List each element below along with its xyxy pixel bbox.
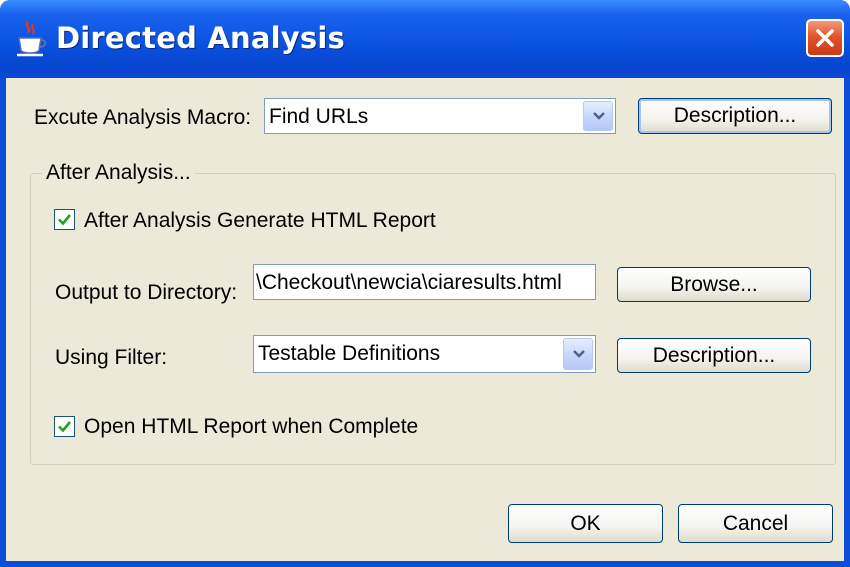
title-bar[interactable]: Directed Analysis — [0, 0, 850, 78]
macro-selected-value: Find URLs — [269, 105, 369, 128]
dialog-content: Excute Analysis Macro: Find URLs Descrip… — [6, 78, 844, 561]
filter-dropdown-arrow[interactable] — [563, 338, 593, 370]
java-coffee-cup-icon — [14, 20, 48, 60]
macro-dropdown[interactable]: Find URLs — [264, 98, 616, 134]
filter-label: Using Filter: — [55, 346, 168, 369]
open-report-label[interactable]: Open HTML Report when Complete — [84, 415, 418, 439]
output-dir-label: Output to Directory: — [55, 281, 238, 304]
macro-description-button[interactable]: Description... — [638, 98, 832, 134]
output-dir-value: \Checkout\newcia\ciaresults.html — [256, 271, 562, 294]
after-analysis-group-title: After Analysis... — [42, 161, 195, 185]
checkmark-icon — [58, 214, 72, 226]
close-button[interactable] — [806, 19, 844, 57]
browse-button[interactable]: Browse... — [617, 267, 811, 302]
ok-button[interactable]: OK — [508, 504, 663, 543]
chevron-down-icon — [573, 350, 585, 358]
cancel-button[interactable]: Cancel — [678, 504, 833, 543]
close-icon — [816, 29, 834, 47]
generate-report-checkbox[interactable] — [54, 209, 75, 230]
checkmark-icon — [58, 421, 72, 433]
dialog-window: Directed Analysis Excute Analysis Macro:… — [0, 0, 850, 567]
macro-dropdown-arrow[interactable] — [583, 101, 613, 131]
filter-description-button[interactable]: Description... — [617, 338, 811, 373]
filter-dropdown[interactable]: Testable Definitions — [253, 335, 596, 373]
window-title: Directed Analysis — [56, 21, 345, 55]
generate-report-label[interactable]: After Analysis Generate HTML Report — [84, 209, 436, 233]
open-report-checkbox[interactable] — [54, 416, 75, 437]
macro-label: Excute Analysis Macro: — [34, 106, 252, 129]
output-dir-input[interactable]: \Checkout\newcia\ciaresults.html — [253, 264, 596, 300]
filter-selected-value: Testable Definitions — [258, 342, 441, 365]
chevron-down-icon — [593, 112, 605, 120]
